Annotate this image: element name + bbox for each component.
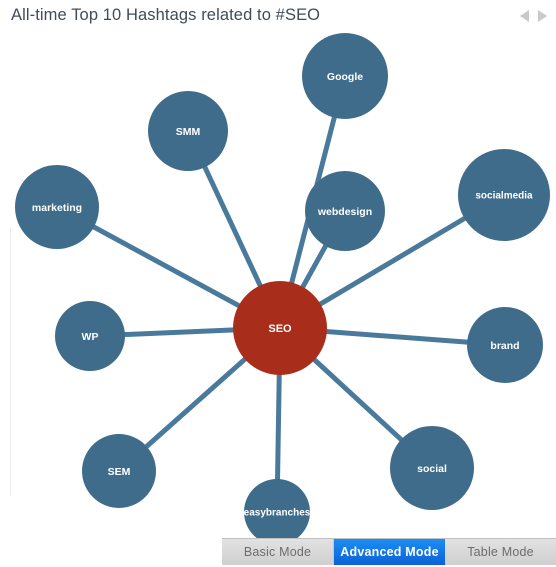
node-smm[interactable]: SMM — [148, 91, 228, 171]
node-webdesign[interactable]: webdesign — [305, 171, 385, 251]
network-svg: Google SMM webdesign socialmedia marketing WP… — [15, 33, 550, 538]
mode-button-label-advanced: Advanced Mode — [340, 545, 439, 559]
node-circle-easybranches[interactable] — [244, 479, 310, 538]
node-circle-marketing[interactable] — [15, 165, 99, 249]
nodes-group: Google SMM webdesign socialmedia marketing WP… — [15, 33, 550, 538]
navigation-arrows — [520, 10, 547, 22]
mode-button-label-table: Table Mode — [467, 545, 534, 559]
node-sem[interactable]: SEM — [82, 434, 156, 508]
node-circle-webdesign[interactable] — [305, 171, 385, 251]
node-circle-socialmedia[interactable] — [458, 149, 550, 241]
node-circle-social[interactable] — [390, 426, 474, 510]
node-circle-wp[interactable] — [55, 301, 125, 371]
mode-button-label-basic: Basic Mode — [243, 545, 312, 559]
hashtag-network-graph[interactable]: Google SMM webdesign socialmedia marketing WP… — [0, 28, 556, 538]
node-circle-smm[interactable] — [148, 91, 228, 171]
node-seo[interactable]: SEO — [233, 281, 327, 375]
node-easybranches[interactable]: easybranches — [244, 479, 311, 538]
mode-button-bar: Basic Mode Advanced Mode Table Mode — [222, 538, 556, 565]
node-circle-sem[interactable] — [82, 434, 156, 508]
page-title: All-time Top 10 Hashtags related to #SEO — [11, 6, 321, 24]
node-circle-brand[interactable] — [467, 307, 543, 383]
node-socialmedia[interactable]: socialmedia — [458, 149, 550, 241]
triangle-right-icon[interactable] — [538, 10, 547, 22]
node-circle-google[interactable] — [302, 33, 388, 119]
node-brand[interactable]: brand — [467, 307, 543, 383]
node-google[interactable]: Google — [302, 33, 388, 119]
mode-button-table[interactable]: Table Mode — [445, 539, 556, 565]
mode-button-advanced[interactable]: Advanced Mode — [334, 539, 445, 565]
node-circle-seo[interactable] — [233, 281, 327, 375]
mode-button-basic[interactable]: Basic Mode — [222, 539, 334, 565]
node-wp[interactable]: WP — [55, 301, 125, 371]
node-social[interactable]: social — [390, 426, 474, 510]
triangle-left-icon[interactable] — [520, 10, 529, 22]
node-marketing[interactable]: marketing — [15, 165, 99, 249]
